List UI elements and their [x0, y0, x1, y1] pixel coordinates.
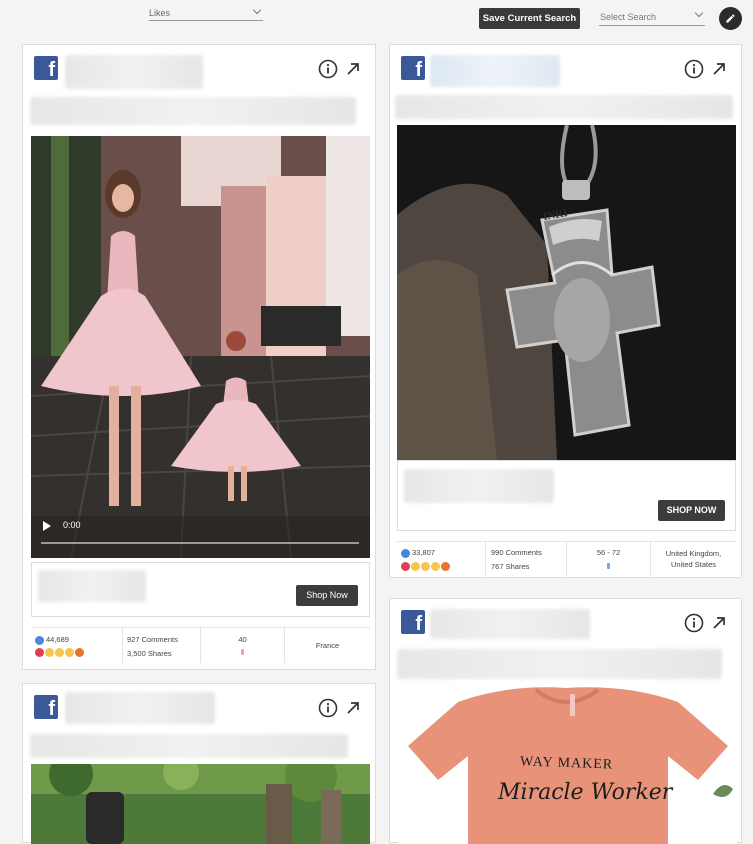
country-value: United Kingdom, United States — [665, 549, 722, 569]
love-icon — [35, 648, 44, 657]
ad-image[interactable]: WAY MAKER Miracle Worker — [398, 684, 737, 844]
age-col: 56 - 72 — [567, 542, 651, 579]
ad-image[interactable] — [31, 764, 370, 844]
facebook-icon: f — [34, 695, 58, 720]
open-external-icon[interactable] — [711, 615, 727, 631]
ad-stats: 33,807 990 Comments 767 Shares 56 - 72 U… — [397, 541, 736, 579]
ad-text-redacted — [30, 734, 348, 758]
facebook-icon: f — [401, 610, 425, 635]
facebook-icon: f — [34, 56, 58, 81]
open-external-icon[interactable] — [345, 61, 361, 77]
haha-icon — [411, 562, 420, 571]
age-col: 40 — [201, 628, 285, 663]
ad-card: f WAY MAKER Miracle Worker — [389, 598, 742, 844]
likes-value: 44,689 — [46, 635, 69, 644]
page-name-redacted — [65, 55, 203, 89]
video-frame — [31, 136, 370, 558]
open-external-icon[interactable] — [711, 61, 727, 77]
cross-pendant-image — [397, 125, 736, 460]
haha-icon — [45, 648, 54, 657]
wow-icon — [55, 648, 64, 657]
reactions-icons — [35, 648, 84, 657]
info-icon[interactable] — [318, 59, 338, 79]
link-title-redacted — [38, 570, 146, 602]
gender-icon — [567, 562, 650, 571]
link-title-redacted — [404, 469, 554, 503]
reactions-col: 33,807 — [397, 542, 486, 579]
likes-count: 33,807 — [401, 548, 435, 558]
info-icon[interactable] — [684, 59, 704, 79]
gender-icon — [201, 648, 284, 657]
angry-icon — [441, 562, 450, 571]
comments-count: 927 Comments — [127, 635, 178, 644]
ad-cta-box: SHOP NOW — [397, 460, 736, 531]
ad-cta-box: Shop Now — [31, 562, 370, 617]
likes-value: 33,807 — [412, 548, 435, 557]
country-col: United Kingdom, United States — [651, 542, 736, 579]
page-name-redacted — [65, 692, 215, 724]
shirt-text-line1: WAY MAKER — [519, 754, 614, 773]
sad-icon — [431, 562, 440, 571]
love-icon — [401, 562, 410, 571]
reactions-col: 44,689 — [31, 628, 123, 663]
ad-card: f — [22, 683, 376, 844]
pencil-icon — [726, 14, 735, 23]
shares-count: 3,500 Shares — [127, 649, 172, 658]
ad-text-redacted — [395, 95, 733, 119]
toolbar: Likes Save Current Search Select Search — [0, 0, 753, 38]
age-value: 40 — [238, 635, 247, 644]
ad-card: f INRI SHOP NOW 33,807 990 Comments 767 … — [389, 44, 742, 579]
sort-select[interactable]: Likes — [149, 5, 263, 21]
save-search-button[interactable]: Save Current Search — [479, 8, 580, 29]
saved-search-placeholder: Select Search — [600, 12, 657, 22]
sort-value: Likes — [149, 8, 171, 18]
likes-count: 44,689 — [35, 635, 69, 645]
page-name-redacted — [430, 55, 560, 87]
like-icon — [35, 635, 44, 645]
info-icon[interactable] — [318, 698, 338, 718]
angry-icon — [75, 648, 84, 657]
ad-image[interactable]: INRI — [397, 125, 736, 460]
video-time: 0:00 — [63, 520, 81, 530]
shop-now-button[interactable]: Shop Now — [296, 585, 358, 606]
open-external-icon[interactable] — [345, 700, 361, 716]
chevron-down-icon — [694, 8, 704, 18]
engagement-col: 990 Comments 767 Shares — [486, 542, 567, 579]
ad-stats: 44,689 927 Comments 3,500 Shares 40 Fran… — [31, 627, 370, 663]
shirt-text-line2: Miracle Worker — [498, 780, 673, 805]
ad-card: f — [22, 44, 376, 670]
like-icon — [401, 548, 410, 558]
saved-search-select[interactable]: Select Search — [599, 8, 705, 26]
garden-image — [31, 764, 370, 844]
wow-icon — [421, 562, 430, 571]
country-col: France — [285, 628, 370, 663]
shop-now-button[interactable]: SHOP NOW — [658, 500, 725, 521]
shares-count: 767 Shares — [491, 562, 530, 571]
engagement-col: 927 Comments 3,500 Shares — [123, 628, 201, 663]
ad-text-redacted — [30, 97, 356, 125]
reactions-icons — [401, 562, 450, 571]
comments-count: 990 Comments — [491, 548, 542, 557]
chevron-down-icon — [252, 5, 262, 15]
page-name-redacted — [430, 609, 590, 639]
edit-button[interactable] — [719, 7, 742, 30]
sad-icon — [65, 648, 74, 657]
age-value: 56 - 72 — [596, 548, 621, 557]
facebook-icon: f — [401, 56, 425, 81]
info-icon[interactable] — [684, 613, 704, 633]
country-value: France — [315, 641, 340, 650]
ad-video[interactable]: 0:00 — [31, 136, 370, 558]
ad-text-redacted — [397, 649, 722, 679]
